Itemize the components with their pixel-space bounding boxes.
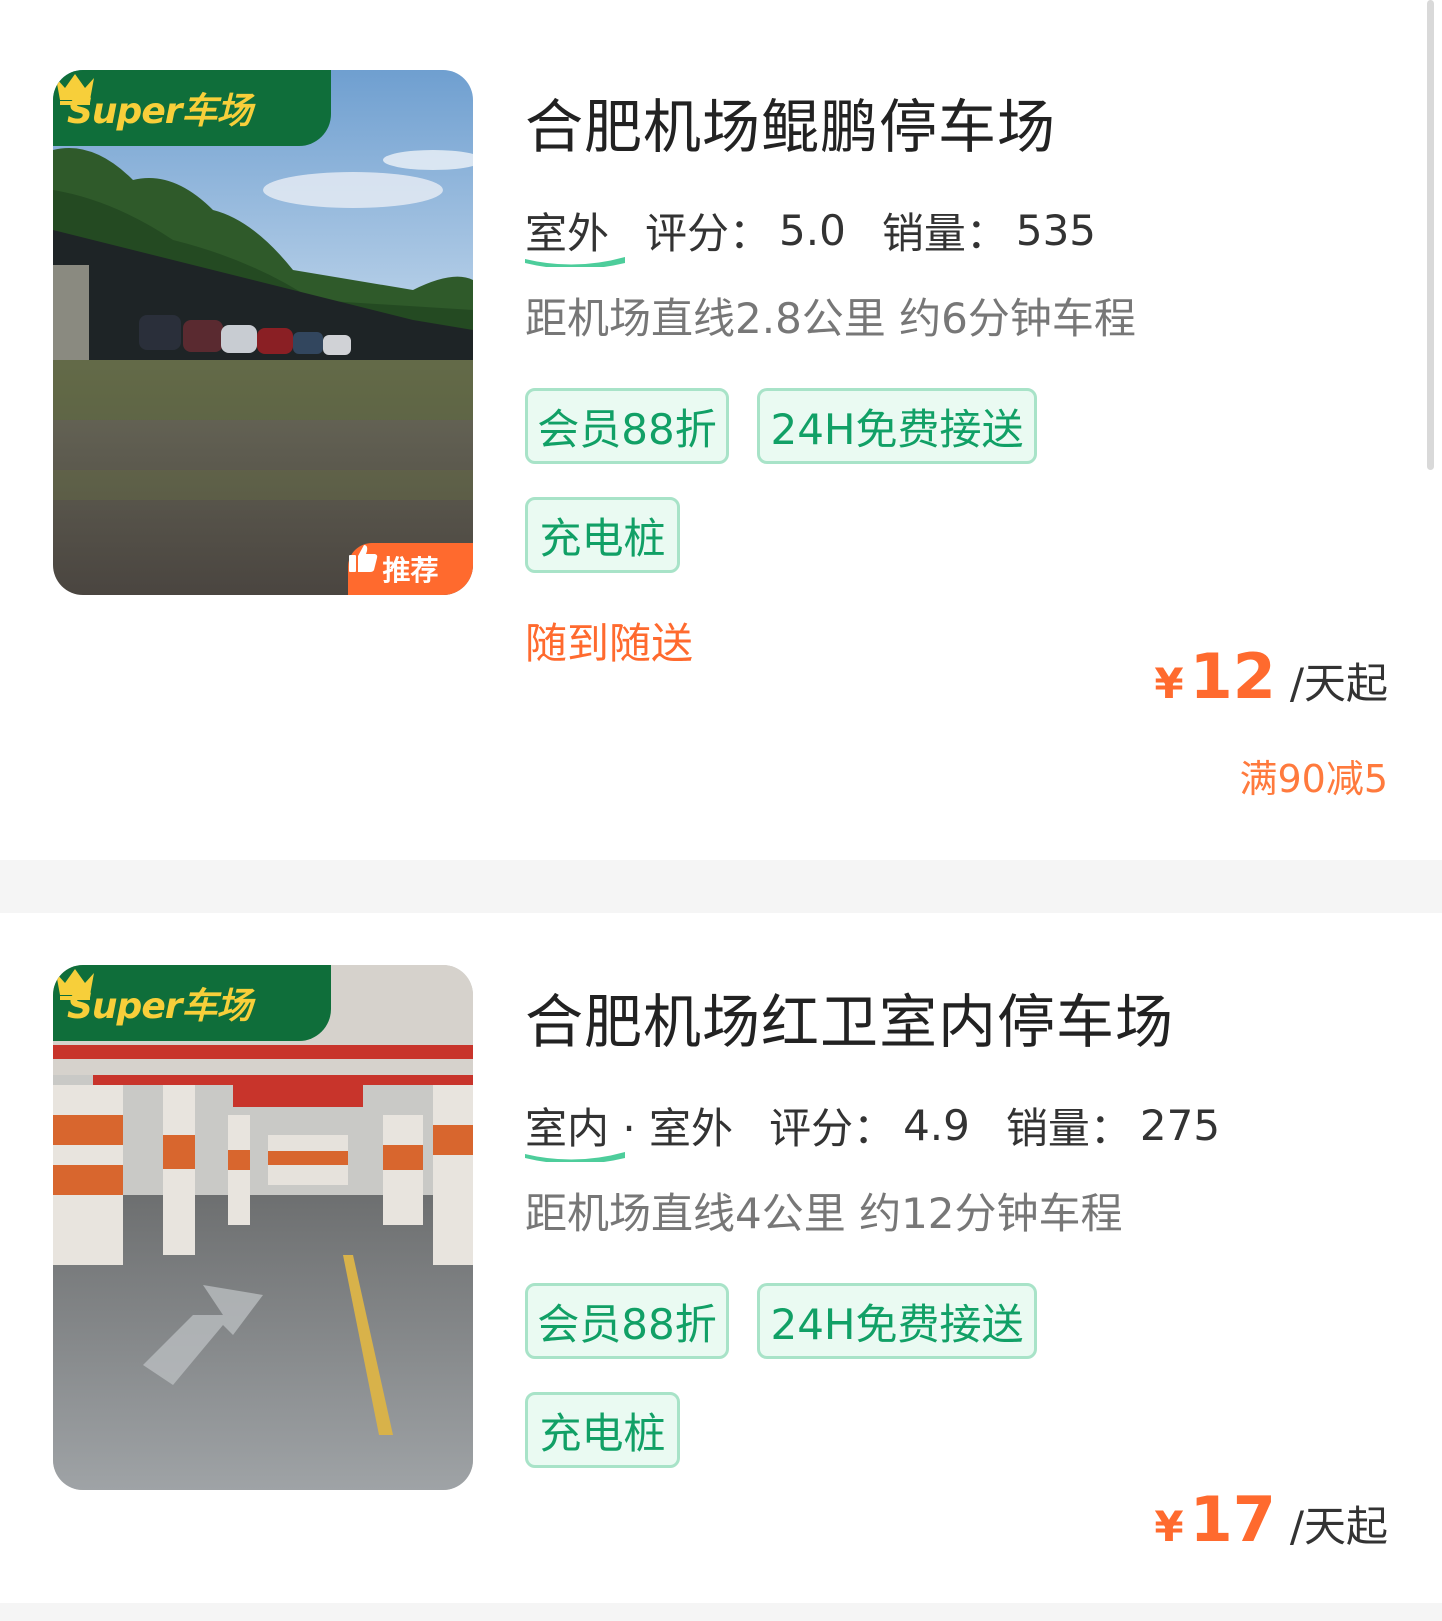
recommend-label: 推荐 [382,554,439,587]
rating-value: 4.9 [903,1101,970,1150]
scrollbar[interactable] [1427,0,1434,470]
crown-icon [56,969,94,1000]
lot-meta-row: 室内 · 室外 评分： 4.9 销量： 275 [525,1095,1221,1162]
price-value: 17 [1189,1483,1276,1556]
distance-info: 距机场直线2.8公里 约6分钟车程 [525,294,1136,343]
card-divider [0,860,1442,913]
tag-ev-charger: 充电桩 [525,497,680,573]
parking-lot-name[interactable]: 合肥机场红卫室内停车场 [525,975,1174,1059]
price-unit: /天起 [1289,1502,1388,1551]
parking-lot-photo: Super车场 [53,965,473,1490]
distance-info: 距机场直线4公里 约12分钟车程 [525,1189,1123,1238]
crown-icon [56,74,94,105]
tag-free-shuttle: 24H免费接送 [757,388,1037,464]
lot-type: 室外 [525,200,625,267]
recommend-badge: 推荐 [348,543,473,595]
super-lot-badge: Super车场 [53,965,331,1041]
price: ¥ 17 /天起 [1154,1483,1388,1556]
parking-lot-card[interactable]: Super车场 推荐 合肥机场鲲鹏停车场 室外 评分： 5.0 销量： 535 … [0,0,1442,860]
tag-member-discount: 会员88折 [525,388,729,464]
tag-member-discount: 会员88折 [525,1283,729,1359]
promo-text: 满90减5 [1239,757,1388,801]
parking-lot-name[interactable]: 合肥机场鲲鹏停车场 [525,80,1056,164]
currency-symbol: ¥ [1154,1502,1184,1551]
card-divider [0,1603,1442,1621]
lot-type-label: 室外 [525,209,610,258]
rating-label: 评分： [769,1104,896,1153]
price-unit: /天起 [1289,659,1388,708]
service-note: 随到随送 [525,619,694,668]
parking-lot-card[interactable]: Super车场 合肥机场红卫室内停车场 室内 · 室外 评分： 4.9 销量： … [0,913,1442,1603]
price: ¥ 12 /天起 [1154,640,1388,713]
tag-free-shuttle: 24H免费接送 [757,1283,1037,1359]
price-value: 12 [1189,640,1276,713]
sales-label: 销量： [1005,1104,1132,1153]
sales-value: 535 [1015,206,1097,255]
super-lot-badge: Super车场 [53,70,331,146]
lot-type-label: 室内 · 室外 [525,1104,734,1153]
sales-label: 销量： [881,209,1008,258]
currency-symbol: ¥ [1154,659,1184,708]
thumbs-up-icon [349,545,378,572]
parking-lot-photo: Super车场 推荐 [53,70,473,595]
rating-label: 评分： [645,209,772,258]
lot-type: 室内 · 室外 [525,1095,734,1162]
outdoor-gravel-lot-photo [53,70,473,595]
tag-ev-charger: 充电桩 [525,1392,680,1468]
lot-meta-row: 室外 评分： 5.0 销量： 535 [525,200,1097,267]
sales-value: 275 [1139,1101,1221,1150]
indoor-garage-photo [53,965,473,1490]
rating-value: 5.0 [779,206,846,255]
